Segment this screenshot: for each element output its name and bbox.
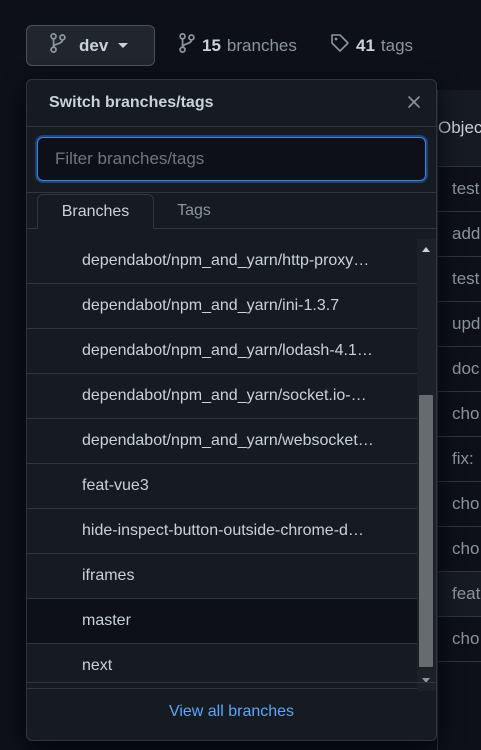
- branch-item[interactable]: dependabot/npm_and_yarn/socket.io-…: [27, 374, 417, 419]
- branch-list-scrollbar[interactable]: [417, 239, 436, 691]
- branch-item[interactable]: dependabot/npm_and_yarn/http-proxy…: [27, 239, 417, 284]
- commit-message[interactable]: cho: [438, 617, 481, 662]
- branch-item[interactable]: dependabot/npm_and_yarn/lodash-4.1…: [27, 329, 417, 374]
- chevron-down-icon: [118, 43, 129, 48]
- commit-message[interactable]: test: [438, 257, 481, 302]
- branches-link[interactable]: 15 branches: [178, 32, 297, 58]
- filter-branches-input[interactable]: [37, 137, 426, 181]
- branches-count: 15: [202, 35, 221, 55]
- branch-item[interactable]: dependabot/npm_and_yarn/websocket…: [27, 419, 417, 464]
- git-branch-icon: [178, 32, 196, 58]
- commit-message[interactable]: add: [438, 212, 481, 257]
- branch-switcher-dropdown: Switch branches/tags Branches Tags depen…: [26, 79, 437, 741]
- branches-label: branches: [226, 35, 297, 55]
- commit-message[interactable]: cho: [438, 392, 481, 437]
- tab-tags[interactable]: Tags: [154, 193, 234, 228]
- dropdown-title: Switch branches/tags: [49, 94, 214, 111]
- tags-label: tags: [380, 35, 414, 55]
- commit-message[interactable]: feat: [438, 572, 481, 617]
- file-table-header: Object: [438, 90, 481, 167]
- commit-message[interactable]: fix:: [438, 437, 481, 482]
- scroll-up-arrow-icon[interactable]: [422, 247, 430, 252]
- file-table: Object test add test upd doc cho fix: ch…: [437, 90, 481, 750]
- branch-select-button[interactable]: dev: [26, 25, 155, 66]
- tags-count: 41: [356, 35, 375, 55]
- dropdown-header: Switch branches/tags: [27, 80, 436, 127]
- tags-link[interactable]: 41 tags: [330, 33, 413, 58]
- branch-item[interactable]: hide-inspect-button-outside-chrome-d…: [27, 509, 417, 554]
- branch-item[interactable]: dependabot/npm_and_yarn/ini-1.3.7: [27, 284, 417, 329]
- scrollbar-thumb[interactable]: [419, 395, 433, 667]
- branch-list: dependabot/npm_and_yarn/http-proxy… depe…: [27, 239, 417, 689]
- commit-message[interactable]: cho: [438, 527, 481, 572]
- branch-item[interactable]: feat-vue3: [27, 464, 417, 509]
- close-icon[interactable]: [406, 94, 422, 110]
- branch-item-selected[interactable]: master: [27, 599, 417, 644]
- tab-bar: Branches Tags: [27, 193, 436, 229]
- view-all-branches-link[interactable]: View all branches: [27, 682, 436, 740]
- commit-message[interactable]: cho: [438, 482, 481, 527]
- branch-item[interactable]: iframes: [27, 554, 417, 599]
- tag-icon: [330, 33, 350, 58]
- tab-branches[interactable]: Branches: [37, 194, 154, 229]
- git-branch-icon: [49, 32, 67, 58]
- commit-message[interactable]: doc: [438, 347, 481, 392]
- commit-message[interactable]: upd: [438, 302, 481, 347]
- commit-message[interactable]: test: [438, 167, 481, 212]
- filter-container: [27, 127, 436, 193]
- current-branch-label: dev: [79, 35, 109, 55]
